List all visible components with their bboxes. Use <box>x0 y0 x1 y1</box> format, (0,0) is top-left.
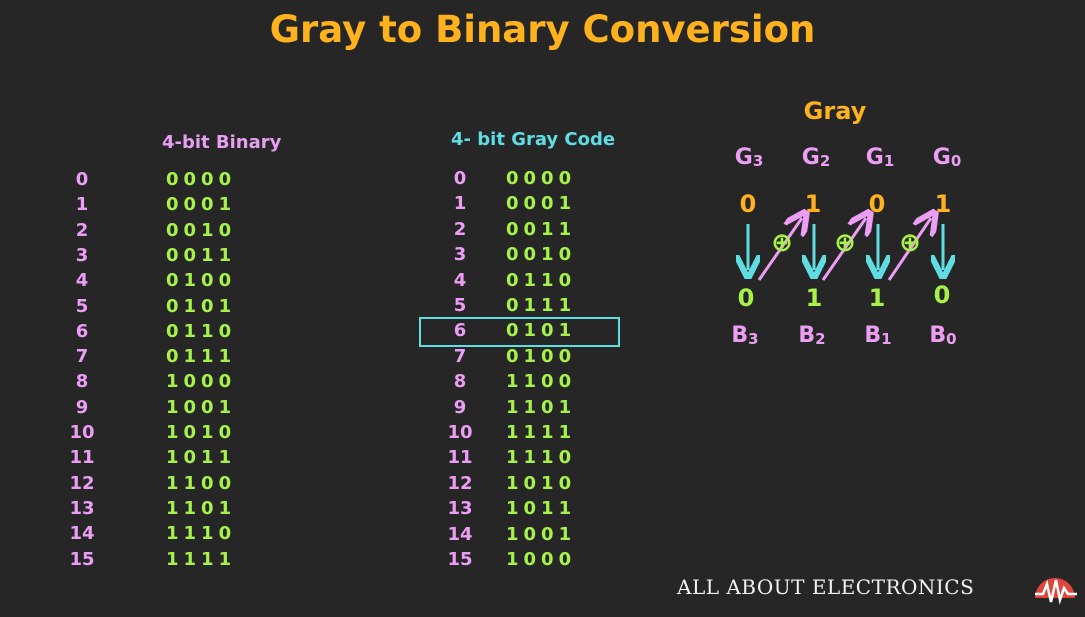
conversion-arrows <box>0 0 1085 281</box>
binary-bit-b0: 0 <box>933 281 951 309</box>
binary-bit-b1: 1 <box>868 284 886 312</box>
binary-bit-b2: 1 <box>805 284 823 312</box>
binary-bit-b3: 0 <box>737 284 755 312</box>
binary-label-b2: B2 <box>798 323 826 348</box>
waveform-logo-icon <box>1035 578 1077 605</box>
binary-label-b1: B1 <box>864 323 892 348</box>
xor-icon-2: ⊕ <box>834 228 856 258</box>
binary-label-b3: B3 <box>731 323 759 348</box>
xor-icon-1: ⊕ <box>771 228 793 258</box>
binary-label-b0: B0 <box>929 323 957 348</box>
channel-name: ALL ABOUT ELECTRONICS <box>677 575 975 599</box>
xor-icon-3: ⊕ <box>899 228 921 258</box>
